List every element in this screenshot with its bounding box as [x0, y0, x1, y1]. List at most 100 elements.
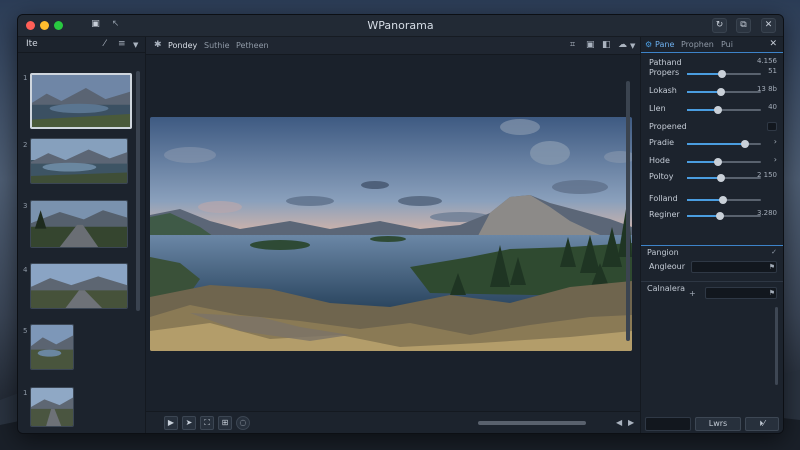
properties-panel: ⚙ Pane Prophen Pui ✕ Pathand 4.156 Prope…: [640, 37, 783, 433]
fit-view-button[interactable]: ⛶: [200, 416, 214, 430]
thumbnail-image: [32, 75, 130, 127]
prop-label: Hode: [649, 156, 670, 165]
calnalera-input[interactable]: [705, 287, 777, 299]
panorama-canvas[interactable]: [150, 117, 632, 351]
prop-value: 4.156: [756, 57, 777, 65]
panel-footer-field[interactable]: [645, 417, 691, 431]
slider-track[interactable]: [687, 158, 761, 166]
pen-icon[interactable]: ⁄: [104, 39, 106, 49]
thumbnail-2[interactable]: [30, 138, 128, 184]
thumb-number: 5: [23, 327, 28, 335]
sidebar-scrollbar[interactable]: [136, 71, 140, 311]
slider-fill: [687, 143, 745, 145]
tab-prophen[interactable]: Prophen: [681, 40, 714, 49]
copy-icon[interactable]: ⧉: [736, 18, 751, 33]
slider-knob[interactable]: [717, 174, 726, 182]
slider-knob[interactable]: [717, 88, 726, 96]
slider-track[interactable]: [687, 212, 761, 220]
thumbnail-1[interactable]: [30, 73, 132, 129]
slider-knob[interactable]: [714, 158, 723, 166]
tab-pane[interactable]: Pane: [655, 40, 674, 49]
image-icon[interactable]: ▣: [586, 40, 595, 50]
prop-label: Reginer: [649, 210, 680, 219]
canvas-vertical-scrollbar[interactable]: [626, 81, 630, 341]
prop-label: Llen: [649, 104, 666, 113]
prop-row-llen[interactable]: Llen 40: [649, 103, 777, 117]
slider-knob[interactable]: [740, 140, 749, 148]
prop-row-folland[interactable]: Folland: [649, 193, 777, 207]
export-button[interactable]: ⏵⁄: [745, 417, 779, 431]
tab-petheen[interactable]: Petheen: [232, 40, 273, 51]
close-panel-icon[interactable]: ✕: [769, 39, 777, 49]
thumbnail-4[interactable]: [30, 263, 128, 309]
slider-knob[interactable]: [714, 106, 723, 114]
prop-row-lokash[interactable]: Lokash 13 8b: [649, 85, 777, 99]
slider-knob[interactable]: [718, 196, 727, 204]
thumbnail-image: [31, 264, 127, 308]
main-viewer: ✱ Pondey Suthie Petheen ⌗ ▣ ◧ ☁ ▼ ▶ ➤ ⛶ …: [146, 37, 640, 433]
canvas-horizontal-scrollbar[interactable]: [478, 421, 586, 425]
angleour-input[interactable]: [691, 261, 777, 273]
slider-fill: [687, 73, 722, 75]
sidebar-header: Ite ⁄ ≡ ▼: [18, 37, 145, 53]
thumbnail-6[interactable]: [30, 387, 74, 427]
thumb-number: 3: [23, 202, 28, 210]
slider-track[interactable]: [687, 88, 761, 96]
prop-label: Propers: [649, 68, 680, 77]
cloud-icon[interactable]: ☁: [618, 40, 627, 50]
flag-icon[interactable]: ⚑: [769, 289, 775, 297]
prop-row-propers[interactable]: Propers 51: [649, 67, 777, 81]
slider-track[interactable]: [687, 140, 761, 148]
crop-icon[interactable]: ⌗: [570, 40, 575, 50]
field-label: Angleour: [649, 262, 686, 271]
flag-icon[interactable]: ⚑: [769, 263, 775, 271]
chevron-left-icon[interactable]: ◀: [616, 418, 622, 427]
slider-track[interactable]: [687, 196, 761, 204]
rotate-button[interactable]: ◌: [236, 416, 250, 430]
add-icon[interactable]: +: [689, 289, 696, 298]
prop-row-pradie[interactable]: Pradie ›: [649, 137, 777, 151]
crop-button[interactable]: ⊞: [218, 416, 232, 430]
prop-label: Pradie: [649, 138, 675, 147]
chevron-right-icon[interactable]: ›: [774, 137, 777, 146]
pin-icon[interactable]: ✱: [154, 40, 162, 50]
play-button[interactable]: ▶: [164, 416, 178, 430]
slider-fill: [687, 199, 723, 201]
chevron-right-icon[interactable]: ▶: [628, 418, 634, 427]
slider-track[interactable]: [687, 70, 761, 78]
panel-scrollbar[interactable]: [775, 307, 778, 385]
slider-fill: [687, 177, 722, 179]
slider-track[interactable]: [687, 174, 761, 182]
tab-suthie[interactable]: Suthie: [200, 40, 234, 51]
slider-track[interactable]: [687, 106, 761, 114]
thumbnail-3[interactable]: [30, 200, 128, 248]
slider-knob[interactable]: [717, 70, 726, 78]
prop-row-reginer[interactable]: Reginer 3.280: [649, 209, 777, 223]
chevron-down-icon[interactable]: ▼: [630, 42, 635, 50]
sidebar-label: Ite: [26, 39, 38, 49]
prop-value: 40: [768, 103, 777, 111]
prop-toggle[interactable]: [767, 122, 777, 131]
refresh-icon[interactable]: ↻: [712, 18, 727, 33]
chevron-down-icon[interactable]: ▼: [133, 41, 138, 49]
prop-row-hode[interactable]: Hode ›: [649, 155, 777, 169]
prop-row-poltoy[interactable]: Poltoy 2 150: [649, 171, 777, 185]
prop-value: 51: [768, 67, 777, 75]
prop-label: Pathand: [649, 58, 682, 67]
thumb-number: 1: [23, 74, 28, 82]
section-pangion[interactable]: Pangion ✓: [641, 245, 783, 259]
window-title: WPanorama: [367, 19, 434, 32]
pointer-button[interactable]: ➤: [182, 416, 196, 430]
thumbnail-5[interactable]: [30, 324, 74, 370]
tab-pui[interactable]: Pui: [721, 40, 733, 49]
close-icon[interactable]: ✕: [761, 18, 776, 33]
apply-button[interactable]: Lwrs: [695, 417, 741, 431]
chevron-right-icon[interactable]: ›: [774, 155, 777, 164]
compare-icon[interactable]: ◧: [602, 40, 611, 50]
thumb-number: 2: [23, 141, 28, 149]
thumbnail-image: [31, 139, 127, 183]
menu-icon[interactable]: ≡: [118, 39, 126, 49]
tab-pondey[interactable]: Pondey: [164, 40, 201, 51]
app-window: ▣ ↖ WPanorama ↻ ⧉ ✕ Ite ⁄ ≡ ▼ 1 2 3 4 5 …: [17, 14, 784, 434]
slider-knob[interactable]: [716, 212, 725, 220]
